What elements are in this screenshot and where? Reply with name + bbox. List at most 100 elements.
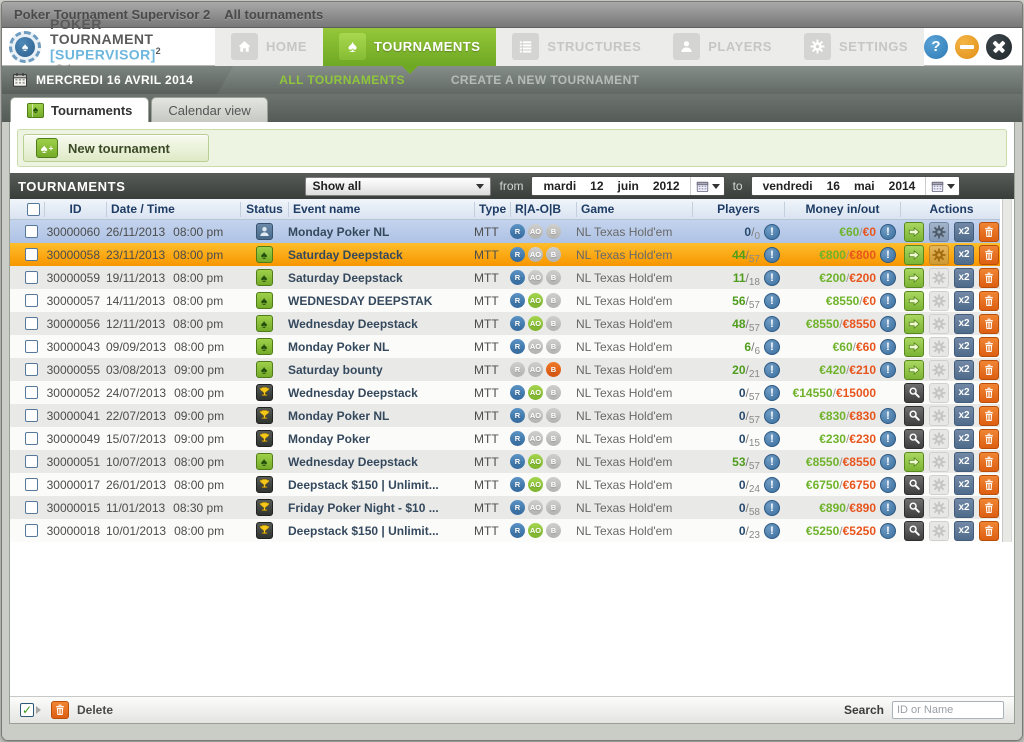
- duplicate-x2-button[interactable]: x2: [954, 268, 974, 288]
- tab-tournaments[interactable]: Tournaments: [10, 97, 149, 122]
- col-header-id[interactable]: ID: [44, 202, 106, 217]
- row-checkbox[interactable]: [25, 432, 38, 445]
- open-tournament-button[interactable]: [904, 291, 924, 311]
- table-row[interactable]: 3000001726/01/201308:00 pmDeepstack $150…: [10, 473, 1000, 496]
- to-calendar-button[interactable]: [925, 177, 955, 195]
- duplicate-x2-button[interactable]: x2: [954, 291, 974, 311]
- duplicate-x2-button[interactable]: x2: [954, 360, 974, 380]
- duplicate-x2-button[interactable]: x2: [954, 452, 974, 472]
- tab-calendar-view[interactable]: Calendar view: [151, 97, 267, 122]
- to-weekday[interactable]: vendredi: [756, 179, 820, 193]
- row-checkbox[interactable]: [25, 225, 38, 238]
- selection-menu-arrow-icon[interactable]: [36, 706, 45, 714]
- table-row[interactable]: 3000004915/07/201309:00 pmMonday PokerMT…: [10, 427, 1000, 450]
- status-filter-select[interactable]: Show all: [305, 177, 491, 196]
- duplicate-x2-button[interactable]: x2: [954, 245, 974, 265]
- row-checkbox[interactable]: [25, 294, 38, 307]
- settings-gear-button[interactable]: [929, 452, 949, 472]
- row-checkbox[interactable]: [25, 317, 38, 330]
- minimize-button[interactable]: [955, 35, 979, 59]
- table-row[interactable]: 3000005823/11/201308:00 pm♠Saturday Deep…: [10, 243, 1000, 266]
- duplicate-x2-button[interactable]: x2: [954, 475, 974, 495]
- subnav-create-tournament[interactable]: CREATE A NEW TOURNAMENT: [451, 73, 640, 87]
- settings-gear-button[interactable]: [929, 429, 949, 449]
- open-tournament-button[interactable]: [904, 337, 924, 357]
- delete-row-button[interactable]: [979, 245, 999, 265]
- delete-row-button[interactable]: [979, 521, 999, 541]
- duplicate-x2-button[interactable]: x2: [954, 406, 974, 426]
- col-header-datetime[interactable]: Date / Time: [106, 202, 240, 217]
- from-calendar-button[interactable]: [690, 177, 720, 195]
- delete-row-button[interactable]: [979, 429, 999, 449]
- delete-row-button[interactable]: [979, 498, 999, 518]
- settings-gear-button[interactable]: [929, 475, 949, 495]
- delete-row-button[interactable]: [979, 406, 999, 426]
- open-tournament-button[interactable]: [904, 360, 924, 380]
- help-button[interactable]: [924, 35, 948, 59]
- duplicate-x2-button[interactable]: x2: [954, 498, 974, 518]
- table-row[interactable]: 3000001810/01/201308:00 pmDeepstack $150…: [10, 519, 1000, 542]
- row-checkbox[interactable]: [25, 524, 38, 537]
- to-year[interactable]: 2014: [882, 179, 923, 193]
- settings-gear-button[interactable]: [929, 406, 949, 426]
- nav-item-tournaments[interactable]: ♠ TOURNAMENTS: [323, 28, 496, 66]
- row-checkbox[interactable]: [25, 248, 38, 261]
- delete-row-button[interactable]: [979, 452, 999, 472]
- view-tournament-button[interactable]: [904, 429, 924, 449]
- row-checkbox[interactable]: [25, 340, 38, 353]
- delete-select-checkbox[interactable]: ✓: [20, 703, 34, 717]
- new-tournament-button[interactable]: ♠+ New tournament: [23, 134, 209, 162]
- nav-item-players[interactable]: PLAYERS: [657, 28, 788, 66]
- open-tournament-button[interactable]: [904, 222, 924, 242]
- delete-row-button[interactable]: [979, 314, 999, 334]
- col-header-game[interactable]: Game: [576, 202, 692, 217]
- settings-gear-button[interactable]: [929, 245, 949, 265]
- close-button[interactable]: [986, 34, 1012, 60]
- open-tournament-button[interactable]: [904, 268, 924, 288]
- table-row[interactable]: 3000005714/11/201308:00 pm♠WEDNESDAY DEE…: [10, 289, 1000, 312]
- col-header-money[interactable]: Money in/out: [784, 202, 900, 217]
- table-row[interactable]: 3000005110/07/201308:00 pm♠Wednesday Dee…: [10, 450, 1000, 473]
- col-header-raob[interactable]: R|A-O|B: [510, 202, 576, 217]
- col-header-actions[interactable]: Actions: [900, 202, 1002, 217]
- settings-gear-button[interactable]: [929, 222, 949, 242]
- settings-gear-button[interactable]: [929, 360, 949, 380]
- table-row[interactable]: 3000004309/09/201308:00 pm♠Monday Poker …: [10, 335, 1000, 358]
- row-checkbox[interactable]: [25, 478, 38, 491]
- row-checkbox[interactable]: [25, 363, 38, 376]
- duplicate-x2-button[interactable]: x2: [954, 429, 974, 449]
- duplicate-x2-button[interactable]: x2: [954, 314, 974, 334]
- view-tournament-button[interactable]: [904, 498, 924, 518]
- col-header-players[interactable]: Players: [692, 202, 784, 217]
- search-input[interactable]: [892, 701, 1004, 719]
- table-row[interactable]: 3000004122/07/201309:00 pmMonday Poker N…: [10, 404, 1000, 427]
- delete-row-button[interactable]: [979, 360, 999, 380]
- open-tournament-button[interactable]: [904, 314, 924, 334]
- settings-gear-button[interactable]: [929, 521, 949, 541]
- delete-row-button[interactable]: [979, 475, 999, 495]
- nav-item-settings[interactable]: SETTINGS: [788, 28, 924, 66]
- to-date-field[interactable]: vendredi 16 mai 2014: [751, 176, 961, 196]
- to-month[interactable]: mai: [847, 179, 882, 193]
- from-date-field[interactable]: mardi 12 juin 2012: [531, 176, 724, 196]
- from-month[interactable]: juin: [611, 179, 646, 193]
- row-checkbox[interactable]: [25, 409, 38, 422]
- delete-trash-icon[interactable]: [51, 701, 69, 719]
- row-checkbox[interactable]: [25, 271, 38, 284]
- settings-gear-button[interactable]: [929, 268, 949, 288]
- table-row[interactable]: 3000005224/07/201308:00 pmWednesday Deep…: [10, 381, 1000, 404]
- table-row[interactable]: 3000006026/11/201308:00 pmMonday Poker N…: [10, 220, 1000, 243]
- row-checkbox[interactable]: [25, 455, 38, 468]
- subnav-all-tournaments[interactable]: ALL TOURNAMENTS: [279, 73, 405, 87]
- duplicate-x2-button[interactable]: x2: [954, 337, 974, 357]
- delete-row-button[interactable]: [979, 268, 999, 288]
- duplicate-x2-button[interactable]: x2: [954, 383, 974, 403]
- duplicate-x2-button[interactable]: x2: [954, 222, 974, 242]
- view-tournament-button[interactable]: [904, 383, 924, 403]
- col-header-type[interactable]: Type: [474, 202, 510, 217]
- nav-item-structures[interactable]: STRUCTURES: [496, 28, 657, 66]
- settings-gear-button[interactable]: [929, 291, 949, 311]
- table-row[interactable]: 3000005612/11/201308:00 pm♠Wednesday Dee…: [10, 312, 1000, 335]
- row-checkbox[interactable]: [25, 501, 38, 514]
- settings-gear-button[interactable]: [929, 337, 949, 357]
